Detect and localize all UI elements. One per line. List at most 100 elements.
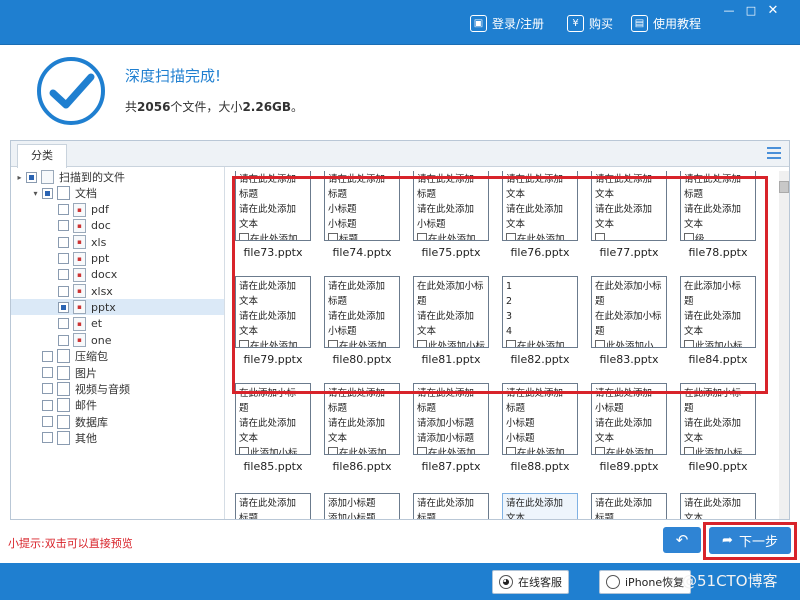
file-thumbnail[interactable]: 请在此处添加 标题 <box>413 493 489 519</box>
tree-label: 其他 <box>75 431 97 445</box>
tree-item-xls[interactable]: ▪ xls <box>47 234 106 250</box>
file-type-icon: ▪ <box>73 235 86 250</box>
tree-item-doc[interactable]: ▪ doc <box>47 218 111 234</box>
tree-checkbox[interactable] <box>26 171 37 183</box>
file-thumbnail[interactable]: 添加小标题 添加小标题 <box>324 493 400 519</box>
next-step-button[interactable]: ➦ 下一步 <box>709 527 791 554</box>
tree-root-scanned-files[interactable]: ▸ 扫描到的文件 <box>15 169 125 185</box>
file-thumbnail[interactable]: 请在此处添加 标题 <box>235 493 311 519</box>
scan-summary: 共2056个文件，大小2.26GB。 <box>125 98 303 115</box>
tree-checkbox[interactable] <box>58 318 69 330</box>
tree-label: 图片 <box>75 366 97 380</box>
thumbnail-text: 请在此处添加 <box>684 418 742 429</box>
tree-item-docx[interactable]: ▪ docx <box>47 267 117 283</box>
thumbnail-text: 添加小标题 <box>328 498 376 509</box>
tree-checkbox[interactable] <box>42 399 53 411</box>
maximize-icon: □ <box>745 4 757 17</box>
tree-label: 邮件 <box>75 399 97 413</box>
file-type-icon: ▪ <box>73 300 86 315</box>
tutorial-button[interactable]: ▤ 使用教程 <box>631 12 701 34</box>
scrollbar-track[interactable] <box>779 171 789 519</box>
thumbnail-text: 此添加小标 <box>684 446 752 454</box>
thumbnail-text: 标题 <box>595 513 615 519</box>
tree-item-documents[interactable]: ▾ 文档 <box>31 185 97 201</box>
tree-checkbox[interactable] <box>42 187 53 199</box>
tree-item-pptx[interactable]: ▪ pptx <box>11 299 224 316</box>
file-thumbnail[interactable]: 请在此处添加 文本 <box>502 493 578 519</box>
thumbnail-text: 请添加小标题 <box>417 418 475 429</box>
category-icon <box>57 349 70 364</box>
thumbnail-text: 标题 <box>328 403 348 414</box>
thumbnail-text: 小标题 <box>506 433 535 444</box>
tree-checkbox[interactable] <box>42 416 53 427</box>
thumbnail-text: 在此处添加 <box>595 446 663 454</box>
tree-checkbox[interactable] <box>58 285 69 297</box>
iphone-recovery-button[interactable]: iPhone恢复 <box>599 570 692 594</box>
tree-item-group-1[interactable]: 图片 <box>31 365 97 381</box>
tree-checkbox[interactable] <box>58 253 69 264</box>
file-count: 2056 <box>137 100 171 114</box>
thumbnail-text: 请在此处添加 <box>595 418 653 429</box>
expand-arrow-icon[interactable]: ▸ <box>15 173 24 182</box>
tree-item-group-5[interactable]: 其他 <box>31 430 97 446</box>
minimize-icon: — <box>723 4 735 17</box>
tree-label: ppt <box>91 252 110 265</box>
file-thumbnail[interactable]: 请在此处添加 文本 <box>680 493 756 519</box>
tree-label: 文档 <box>75 187 97 201</box>
tree-item-ppt[interactable]: ▪ ppt <box>47 251 109 267</box>
checkmark-icon <box>37 57 105 125</box>
minimize-button[interactable]: — <box>720 4 738 18</box>
thumbnail-text: 文本 <box>595 433 615 444</box>
tab-category[interactable]: 分类 <box>17 144 67 168</box>
category-icon <box>57 381 70 396</box>
file-name: file86.pptx <box>332 460 392 473</box>
thumbnail-text: 请在此处添加 <box>239 418 297 429</box>
tree-checkbox[interactable] <box>58 204 69 216</box>
tree-item-et[interactable]: ▪ et <box>47 316 102 332</box>
tree-label: 压缩包 <box>75 350 108 364</box>
thumbnail-text: 文本 <box>684 513 704 519</box>
login-register-button[interactable]: ▣ 登录/注册 <box>470 12 544 34</box>
tree-label: docx <box>91 268 118 282</box>
scan-result-header: 深度扫描完成! 共2056个文件，大小2.26GB。 <box>0 45 800 135</box>
tree-item-group-2[interactable]: 视频与音频 <box>31 381 130 397</box>
back-button[interactable]: ↶ <box>663 527 701 553</box>
watermark-text: @51CTO博客 <box>682 572 778 590</box>
highlight-box <box>232 176 768 394</box>
tree-checkbox[interactable] <box>58 269 69 281</box>
thumbnail-text: 请在此处添加 <box>506 498 564 509</box>
online-service-button[interactable]: ◕ 在线客服 <box>492 570 569 594</box>
file-type-icon: ▪ <box>73 284 86 299</box>
tree-item-xlsx[interactable]: ▪ xlsx <box>47 283 113 299</box>
tree-checkbox[interactable] <box>58 301 69 313</box>
title-bar: ▣ 登录/注册 ¥ 购买 ▤ 使用教程 — □ ✕ <box>0 0 800 45</box>
tree-checkbox[interactable] <box>42 367 53 379</box>
buy-button[interactable]: ¥ 购买 <box>567 12 613 34</box>
bottom-bar: ◕ 在线客服 iPhone恢复 <box>0 563 800 600</box>
tree-checkbox[interactable] <box>58 220 69 232</box>
qq-icon: ◕ <box>499 575 513 589</box>
tree-item-group-0[interactable]: 压缩包 <box>31 348 108 364</box>
tree-label: xlsx <box>91 284 113 298</box>
tree-item-one[interactable]: ▪ one <box>47 332 111 348</box>
tree-item-group-3[interactable]: 邮件 <box>31 397 97 413</box>
thumbnail-text: 小标题 <box>506 418 535 429</box>
menu-icon[interactable] <box>767 147 781 159</box>
expand-arrow-icon[interactable]: ▾ <box>31 189 40 198</box>
tree-checkbox[interactable] <box>42 383 53 395</box>
close-button[interactable]: ✕ <box>764 4 782 18</box>
category-icon <box>57 365 70 380</box>
file-thumbnail[interactable]: 请在此处添加 标题 <box>591 493 667 519</box>
tree-checkbox[interactable] <box>42 432 53 444</box>
yen-icon: ¥ <box>567 14 584 32</box>
close-icon: ✕ <box>767 3 779 18</box>
tree-checkbox[interactable] <box>42 350 53 362</box>
tree-checkbox[interactable] <box>58 236 69 248</box>
maximize-button[interactable]: □ <box>742 4 760 18</box>
tree-label: xls <box>91 235 107 249</box>
thumbnail-text: 请在此处添加 <box>328 418 386 429</box>
tree-checkbox[interactable] <box>58 334 69 346</box>
tree-item-group-4[interactable]: 数据库 <box>31 414 108 430</box>
tree-item-pdf[interactable]: ▪ pdf <box>47 202 109 218</box>
scrollbar-thumb[interactable] <box>779 181 789 193</box>
